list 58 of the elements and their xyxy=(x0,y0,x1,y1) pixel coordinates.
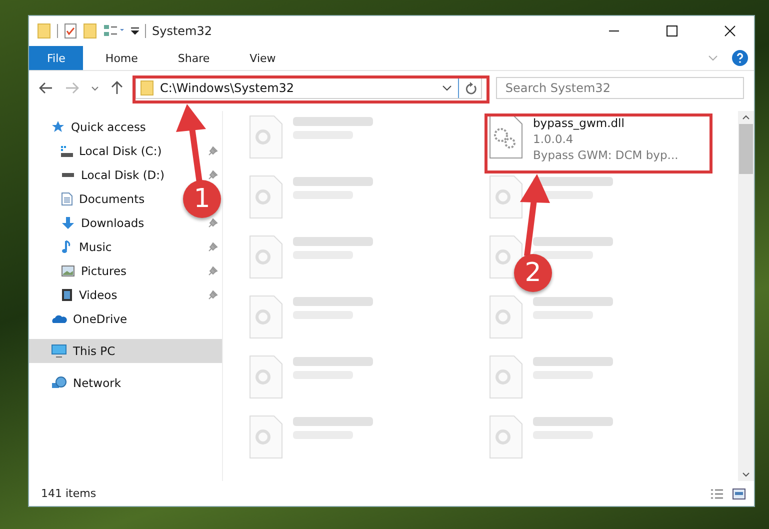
view-layout-icon[interactable] xyxy=(103,24,125,38)
film-icon xyxy=(61,288,73,302)
pin-icon[interactable] xyxy=(208,170,218,180)
ribbon-tab[interactable]: File xyxy=(29,46,84,70)
pin-icon[interactable] xyxy=(208,266,218,276)
ribbon-tab[interactable]: Home xyxy=(87,46,156,70)
document-icon xyxy=(61,192,73,206)
cloud-icon xyxy=(51,314,67,324)
pin-icon[interactable] xyxy=(208,146,218,156)
ribbon-tab[interactable]: View xyxy=(232,46,294,70)
drive-icon xyxy=(62,173,74,177)
download-arrow-icon xyxy=(61,216,75,230)
picture-icon xyxy=(61,265,75,277)
monitor-icon xyxy=(51,344,67,358)
sidebar-item[interactable]: Local Disk (C:) xyxy=(79,144,162,158)
back-arrow-icon[interactable] xyxy=(39,82,53,94)
file-name[interactable]: bypass_gwm.dll xyxy=(533,115,678,131)
search-field[interactable]: Search System32 xyxy=(496,77,744,99)
properties-icon[interactable] xyxy=(64,23,77,39)
network-globe-icon xyxy=(51,376,67,390)
close-icon[interactable] xyxy=(724,25,736,37)
scroll-down-icon[interactable] xyxy=(742,472,750,477)
maximize-icon[interactable] xyxy=(666,25,678,37)
sidebar-item[interactable]: Quick access xyxy=(29,115,222,139)
music-note-icon xyxy=(61,240,73,254)
sidebar-item[interactable]: Local Disk (D:) xyxy=(81,168,165,182)
pin-icon[interactable] xyxy=(208,290,218,300)
sidebar-item[interactable]: Pictures xyxy=(81,264,127,278)
sidebar-item[interactable]: OneDrive xyxy=(29,307,222,331)
item-count: 141 items xyxy=(41,487,96,500)
star-icon xyxy=(51,120,65,134)
file-detail: 1.0.0.4 xyxy=(533,131,574,147)
drive-icon xyxy=(61,146,73,156)
folder-icon xyxy=(140,80,154,96)
large-icons-view-icon[interactable] xyxy=(732,488,746,500)
sidebar-item[interactable]: Network xyxy=(29,371,222,395)
dropdown-caret-icon[interactable] xyxy=(442,85,452,91)
recent-caret-icon[interactable] xyxy=(90,86,99,90)
details-view-icon[interactable] xyxy=(710,488,724,500)
customize-toolbar-icon[interactable] xyxy=(131,27,139,35)
address-field[interactable]: C:\Windows\System32 xyxy=(134,77,482,99)
window-title: System32 xyxy=(152,24,212,38)
ribbon-tab[interactable]: Share xyxy=(160,46,228,70)
file-detail: Bypass GWM: DCM byp... xyxy=(533,147,678,163)
sidebar-item[interactable]: Downloads xyxy=(81,216,144,230)
up-arrow-icon[interactable] xyxy=(110,81,123,95)
sidebar-item[interactable]: Videos xyxy=(79,288,118,302)
scrollbar-thumb[interactable] xyxy=(739,124,753,174)
scroll-up-icon[interactable] xyxy=(742,115,750,120)
gear-file-icon[interactable] xyxy=(489,115,523,159)
sidebar-item[interactable]: This PC xyxy=(29,339,222,363)
scrollbar[interactable] xyxy=(738,111,754,481)
sidebar-item[interactable]: Documents xyxy=(79,192,145,206)
help-icon[interactable] xyxy=(732,50,748,66)
sidebar-item[interactable]: Music xyxy=(79,240,112,254)
refresh-icon[interactable] xyxy=(465,82,478,94)
pin-icon[interactable] xyxy=(208,242,218,252)
pin-icon[interactable] xyxy=(208,218,218,228)
